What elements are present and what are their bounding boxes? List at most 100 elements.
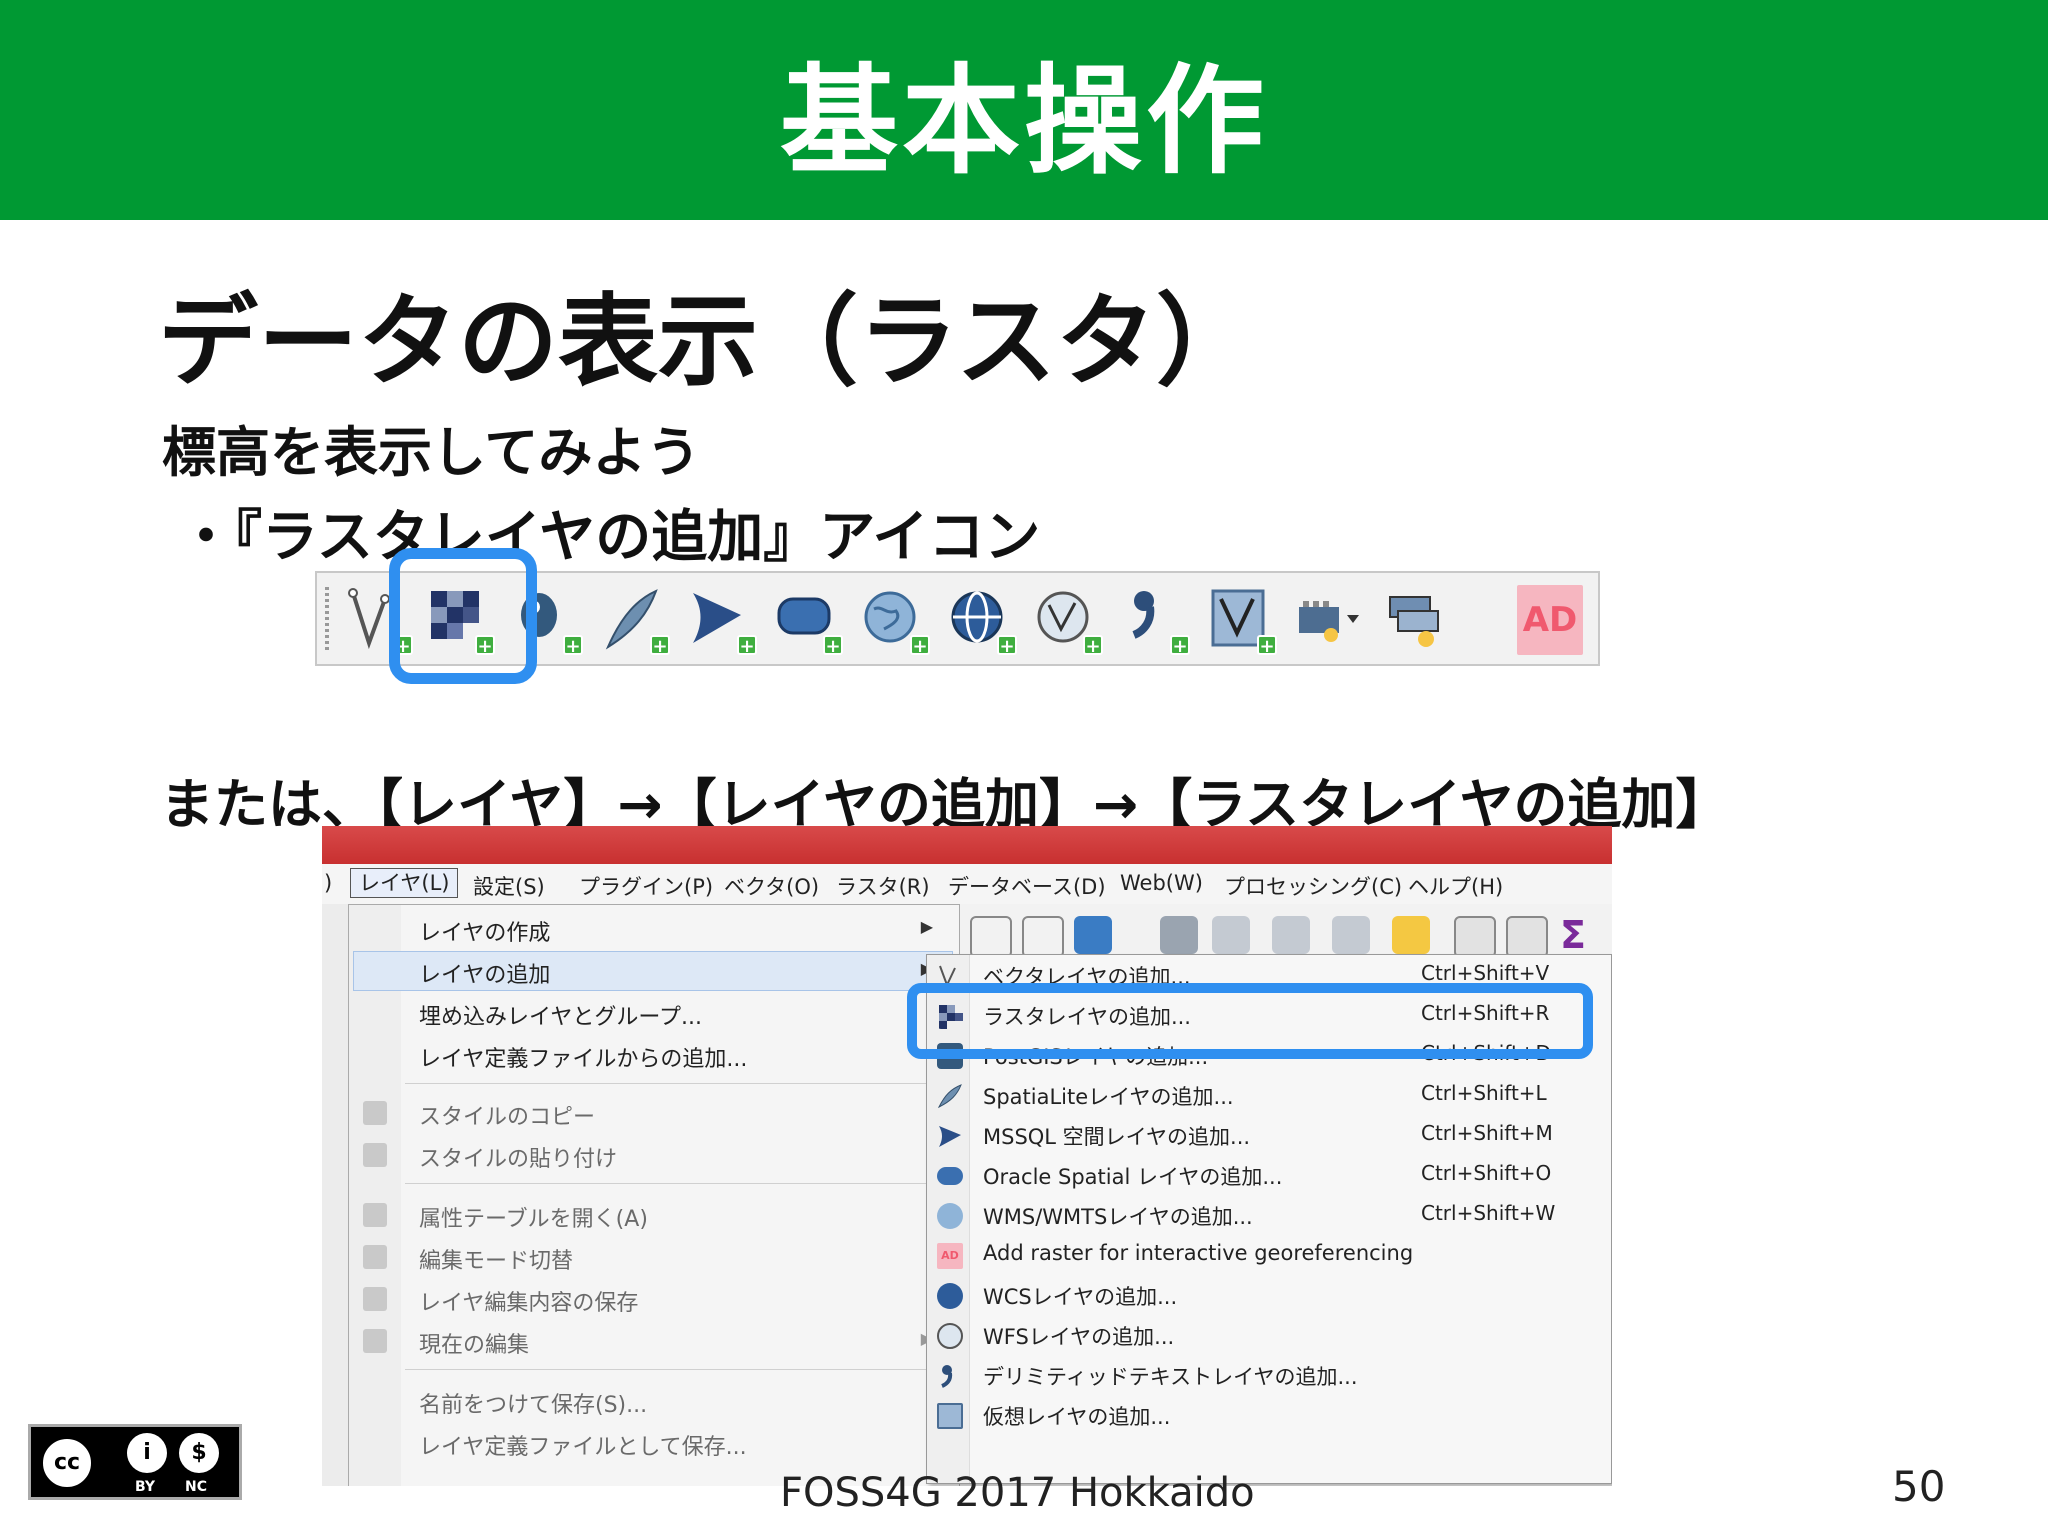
menu-item-save-as-definition[interactable]: レイヤ定義ファイルとして保存... (419, 1429, 747, 1461)
menubar-item-layer[interactable]: レイヤ(L) (350, 868, 459, 898)
gps-tool-icon[interactable] (1295, 585, 1363, 655)
expression-icon[interactable] (1332, 916, 1370, 954)
delimited-text-icon[interactable]: + (1122, 585, 1190, 656)
oracle-layer-icon[interactable]: + (775, 585, 843, 656)
menu-shortcut: Ctrl+Shift+V (1421, 961, 1550, 985)
menu-item-copy-style[interactable]: スタイルのコピー (419, 1099, 595, 1131)
event-name: FOSS4G 2017 Hokkaido (780, 1470, 1255, 1516)
spatialite-layer-icon[interactable]: + (602, 585, 670, 656)
pencil-icon (363, 1245, 387, 1269)
menubar-item-database[interactable]: データベース(D) (948, 871, 1106, 901)
menu-item-toggle-editing[interactable]: 編集モード切替 (419, 1243, 573, 1275)
spatialite-layer-icon (937, 1084, 962, 1109)
menu-item-add-wfs[interactable]: WFSレイヤの追加... (927, 1315, 1612, 1355)
oracle-layer-icon (937, 1167, 963, 1185)
page-number: 50 (1892, 1462, 1946, 1511)
menu-item-add-oracle[interactable]: Oracle Spatial レイヤの追加... Ctrl+Shift+O (927, 1155, 1612, 1195)
menu-item-add-raster-georeferencing[interactable]: AD Add raster for interactive georeferen… (927, 1235, 1612, 1275)
noncommercial-icon: $ (179, 1433, 219, 1473)
menubar: ) レイヤ(L) 設定(S) プラグイン(P) ベクタ(O) ラスタ(R) デー… (322, 864, 1612, 905)
menu-item-create-layer[interactable]: レイヤの作成 (419, 915, 550, 947)
menu-item-embed-layers[interactable]: 埋め込みレイヤとグループ... (419, 999, 702, 1031)
menubar-item-processing[interactable]: プロセッシング(C) (1224, 871, 1402, 901)
menubar-item-vector[interactable]: ベクタ(O) (724, 871, 819, 901)
menu-shortcut: Ctrl+Shift+L (1421, 1081, 1547, 1105)
wcs-layer-icon (937, 1283, 963, 1309)
cc-nc-label: NC (185, 1479, 207, 1495)
page-title: 基本操作 (779, 51, 1268, 190)
field-calculator-icon[interactable] (1506, 916, 1548, 958)
cc-by-label: BY (135, 1479, 156, 1495)
georeferencer-icon: AD (937, 1243, 963, 1269)
georeferencer-icon[interactable]: AD (1517, 585, 1583, 655)
mssql-layer-icon (939, 1126, 961, 1147)
menu-item-label: Add raster for interactive georeferencin… (983, 1241, 1414, 1265)
toolbar-icon[interactable] (1022, 916, 1064, 958)
menu-item-label: WMS/WMTSレイヤの追加... (983, 1205, 1253, 1229)
virtual-layer-icon[interactable]: + (1209, 585, 1277, 656)
attribute-table-icon (363, 1203, 387, 1227)
menu-item-add-wcs[interactable]: WCSレイヤの追加... (927, 1275, 1612, 1315)
identify-icon[interactable] (1160, 916, 1198, 954)
wms-layer-icon[interactable]: + (862, 585, 930, 656)
toolbar-icon[interactable] (970, 916, 1012, 958)
menu-item-label: Oracle Spatial レイヤの追加... (983, 1165, 1283, 1189)
menu-item-add-from-definition[interactable]: レイヤ定義ファイルからの追加... (419, 1041, 747, 1073)
window-titlebar (322, 826, 1612, 864)
virtual-layer-icon (937, 1403, 963, 1429)
menubar-item-help[interactable]: ヘルプ(H) (1408, 871, 1503, 901)
menubar-item-raster[interactable]: ラスタ(R) (836, 871, 930, 901)
refresh-icon[interactable] (1074, 916, 1112, 954)
menu-item-current-edits[interactable]: 現在の編集 (419, 1327, 529, 1359)
menu-item-add-delimited-text[interactable]: デリミティッドテキストレイヤの追加... (927, 1355, 1612, 1395)
gps-import-icon[interactable] (1382, 585, 1450, 655)
toolbar-grip[interactable] (325, 587, 329, 651)
menu-item-paste-style[interactable]: スタイルの貼り付け (419, 1141, 617, 1173)
select-icon[interactable] (1272, 916, 1310, 954)
menu-separator (405, 1183, 955, 1184)
cc-license-badge[interactable]: cc i $ BY NC (28, 1424, 242, 1500)
menubar-item-plugins[interactable]: プラグイン(P) (579, 871, 713, 901)
statistics-icon[interactable]: Σ (1560, 916, 1598, 954)
menu-item-save-edits[interactable]: レイヤ編集内容の保存 (419, 1285, 638, 1317)
menu-item-add-mssql[interactable]: MSSQL 空間レイヤの追加... Ctrl+Shift+M (927, 1115, 1612, 1155)
menu-item-open-attribute-table[interactable]: 属性テーブルを開く(A) (419, 1201, 648, 1233)
menu-separator (405, 1369, 955, 1370)
mssql-layer-icon[interactable]: + (689, 585, 757, 656)
layer-menu: レイヤの作成 ▶ レイヤの追加 ▶ 埋め込みレイヤとグループ... レイヤ定義フ… (348, 904, 960, 1486)
copy-style-icon (363, 1101, 387, 1125)
menu-item-label: WFSレイヤの追加... (983, 1325, 1175, 1349)
menu-item-label: デリミティッドテキストレイヤの追加... (983, 1365, 1358, 1389)
wfs-layer-icon[interactable]: + (1035, 585, 1103, 656)
bullet-text: ・『ラスタレイヤの追加』アイコン (178, 505, 1041, 570)
slide-subtitle: データの表示（ラスタ） (158, 283, 1256, 400)
menubar-item-web[interactable]: Web(W) (1120, 871, 1203, 895)
menu-item-add-layer[interactable]: レイヤの追加 (419, 957, 550, 989)
cc-icon: cc (39, 1435, 95, 1491)
left-toolstrip (322, 904, 349, 1486)
menu-item-add-virtual[interactable]: 仮想レイヤの追加... (927, 1395, 1612, 1435)
save-edits-icon (363, 1287, 387, 1311)
deselect-icon[interactable] (1392, 916, 1430, 954)
menubar-item-settings[interactable]: 設定(S) (473, 871, 545, 901)
menu-item-add-spatialite[interactable]: SpatiaLiteレイヤの追加... Ctrl+Shift+L (927, 1075, 1612, 1115)
menu-item-label: WCSレイヤの追加... (983, 1285, 1178, 1309)
georeferencer-label: AD (1522, 600, 1578, 640)
paste-style-icon (363, 1143, 387, 1167)
attribution-icon: i (127, 1433, 167, 1473)
zoom-icon[interactable] (1212, 916, 1250, 954)
wms-layer-icon (937, 1203, 963, 1229)
wcs-layer-icon[interactable]: + (949, 585, 1017, 656)
wfs-layer-icon (937, 1323, 963, 1349)
menu-item-label: SpatiaLiteレイヤの追加... (983, 1085, 1234, 1109)
attribute-table-icon[interactable] (1454, 916, 1496, 958)
menu-item-add-wms[interactable]: WMS/WMTSレイヤの追加... Ctrl+Shift+W (927, 1195, 1612, 1235)
menu-shortcut: Ctrl+Shift+O (1421, 1161, 1552, 1185)
menu-item-label: 仮想レイヤの追加... (983, 1405, 1171, 1429)
menu-shortcut: Ctrl+Shift+M (1421, 1121, 1553, 1145)
current-edits-icon (363, 1329, 387, 1353)
delimited-text-icon (941, 1365, 953, 1388)
menu-item-save-as[interactable]: 名前をつけて保存(S)... (419, 1387, 647, 1419)
menu-separator (405, 1083, 955, 1084)
menubar-item[interactable]: ) (324, 871, 332, 895)
